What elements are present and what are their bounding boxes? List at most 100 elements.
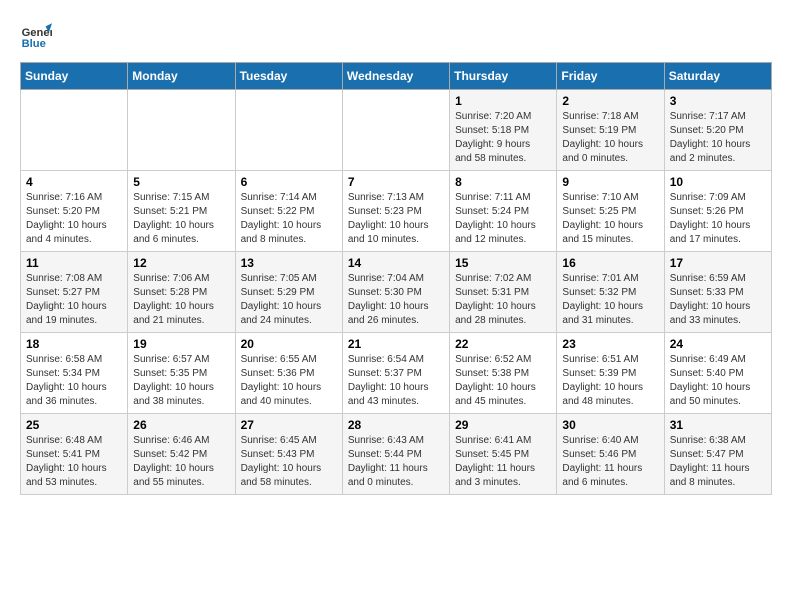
day-number: 9: [562, 175, 658, 189]
day-number: 10: [670, 175, 766, 189]
calendar-cell: 6 Sunrise: 7:14 AM Sunset: 5:22 PM Daylig…: [235, 171, 342, 252]
day-number: 15: [455, 256, 551, 270]
day-info: Sunrise: 7:08 AM Sunset: 5:27 PM Dayligh…: [26, 272, 122, 328]
day-info: Sunrise: 7:18 AM Sunset: 5:19 PM Dayligh…: [562, 110, 658, 166]
day-info: Sunrise: 7:11 AM Sunset: 5:24 PM Dayligh…: [455, 191, 551, 247]
calendar-cell: [235, 90, 342, 171]
calendar-week-row: 4 Sunrise: 7:16 AM Sunset: 5:20 PM Daylig…: [21, 171, 772, 252]
logo-icon: General Blue: [20, 20, 52, 52]
svg-text:Blue: Blue: [22, 38, 46, 50]
calendar-week-row: 1 Sunrise: 7:20 AM Sunset: 5:18 PM Daylig…: [21, 90, 772, 171]
logo: General Blue: [20, 20, 52, 52]
day-number: 4: [26, 175, 122, 189]
calendar-cell: 28Sunrise: 6:43 AM Sunset: 5:44 PM Dayli…: [342, 414, 449, 495]
day-number: 20: [241, 337, 337, 351]
calendar-cell: 20 Sunrise: 6:55 AM Sunset: 5:36 PM Dayli…: [235, 333, 342, 414]
calendar-cell: 15 Sunrise: 7:02 AM Sunset: 5:31 PM Dayli…: [450, 252, 557, 333]
calendar-cell: 13 Sunrise: 7:05 AM Sunset: 5:29 PM Dayli…: [235, 252, 342, 333]
day-info: Sunrise: 6:59 AM Sunset: 5:33 PM Dayligh…: [670, 272, 766, 328]
calendar-cell: 10 Sunrise: 7:09 AM Sunset: 5:26 PM Dayli…: [664, 171, 771, 252]
day-info: Sunrise: 6:51 AM Sunset: 5:39 PM Dayligh…: [562, 353, 658, 409]
day-info: Sunrise: 7:16 AM Sunset: 5:20 PM Dayligh…: [26, 191, 122, 247]
calendar-cell: 17Sunrise: 6:59 AM Sunset: 5:33 PM Dayli…: [664, 252, 771, 333]
calendar-header-wednesday: Wednesday: [342, 63, 449, 90]
day-number: 29: [455, 418, 551, 432]
calendar-table: SundayMondayTuesdayWednesdayThursdayFrid…: [20, 62, 772, 495]
calendar-cell: 30 Sunrise: 6:40 AM Sunset: 5:46 PM Dayli…: [557, 414, 664, 495]
day-info: Sunrise: 6:38 AM Sunset: 5:47 PM Dayligh…: [670, 434, 766, 490]
day-info: Sunrise: 7:01 AM Sunset: 5:32 PM Dayligh…: [562, 272, 658, 328]
day-info: Sunrise: 7:09 AM Sunset: 5:26 PM Dayligh…: [670, 191, 766, 247]
calendar-cell: 27 Sunrise: 6:45 AM Sunset: 5:43 PM Dayli…: [235, 414, 342, 495]
calendar-cell: 5 Sunrise: 7:15 AM Sunset: 5:21 PM Daylig…: [128, 171, 235, 252]
day-number: 25: [26, 418, 122, 432]
calendar-cell: 29 Sunrise: 6:41 AM Sunset: 5:45 PM Dayli…: [450, 414, 557, 495]
calendar-cell: 22 Sunrise: 6:52 AM Sunset: 5:38 PM Dayli…: [450, 333, 557, 414]
day-number: 19: [133, 337, 229, 351]
calendar-cell: [342, 90, 449, 171]
calendar-header-monday: Monday: [128, 63, 235, 90]
day-info: Sunrise: 6:52 AM Sunset: 5:38 PM Dayligh…: [455, 353, 551, 409]
calendar-header-sunday: Sunday: [21, 63, 128, 90]
day-number: 5: [133, 175, 229, 189]
day-info: Sunrise: 7:02 AM Sunset: 5:31 PM Dayligh…: [455, 272, 551, 328]
calendar-cell: 4 Sunrise: 7:16 AM Sunset: 5:20 PM Daylig…: [21, 171, 128, 252]
calendar-cell: 18Sunrise: 6:58 AM Sunset: 5:34 PM Dayli…: [21, 333, 128, 414]
calendar-cell: [21, 90, 128, 171]
calendar-cell: 1 Sunrise: 7:20 AM Sunset: 5:18 PM Daylig…: [450, 90, 557, 171]
day-number: 16: [562, 256, 658, 270]
day-info: Sunrise: 7:20 AM Sunset: 5:18 PM Dayligh…: [455, 110, 551, 166]
calendar-week-row: 11 Sunrise: 7:08 AM Sunset: 5:27 PM Dayli…: [21, 252, 772, 333]
day-number: 7: [348, 175, 444, 189]
calendar-cell: 31Sunrise: 6:38 AM Sunset: 5:47 PM Dayli…: [664, 414, 771, 495]
day-number: 1: [455, 94, 551, 108]
day-info: Sunrise: 6:40 AM Sunset: 5:46 PM Dayligh…: [562, 434, 658, 490]
day-number: 14: [348, 256, 444, 270]
day-number: 23: [562, 337, 658, 351]
day-info: Sunrise: 6:58 AM Sunset: 5:34 PM Dayligh…: [26, 353, 122, 409]
calendar-cell: 21Sunrise: 6:54 AM Sunset: 5:37 PM Dayli…: [342, 333, 449, 414]
day-info: Sunrise: 7:04 AM Sunset: 5:30 PM Dayligh…: [348, 272, 444, 328]
day-number: 22: [455, 337, 551, 351]
calendar-cell: 14 Sunrise: 7:04 AM Sunset: 5:30 PM Dayli…: [342, 252, 449, 333]
day-info: Sunrise: 6:57 AM Sunset: 5:35 PM Dayligh…: [133, 353, 229, 409]
day-number: 6: [241, 175, 337, 189]
day-info: Sunrise: 7:14 AM Sunset: 5:22 PM Dayligh…: [241, 191, 337, 247]
day-number: 8: [455, 175, 551, 189]
calendar-cell: 11 Sunrise: 7:08 AM Sunset: 5:27 PM Dayli…: [21, 252, 128, 333]
calendar-header-tuesday: Tuesday: [235, 63, 342, 90]
day-info: Sunrise: 7:15 AM Sunset: 5:21 PM Dayligh…: [133, 191, 229, 247]
day-number: 30: [562, 418, 658, 432]
day-info: Sunrise: 6:54 AM Sunset: 5:37 PM Dayligh…: [348, 353, 444, 409]
calendar-cell: [128, 90, 235, 171]
day-info: Sunrise: 6:41 AM Sunset: 5:45 PM Dayligh…: [455, 434, 551, 490]
calendar-cell: 3 Sunrise: 7:17 AM Sunset: 5:20 PM Daylig…: [664, 90, 771, 171]
day-info: Sunrise: 6:45 AM Sunset: 5:43 PM Dayligh…: [241, 434, 337, 490]
calendar-cell: 19 Sunrise: 6:57 AM Sunset: 5:35 PM Dayli…: [128, 333, 235, 414]
day-number: 27: [241, 418, 337, 432]
calendar-header-saturday: Saturday: [664, 63, 771, 90]
day-info: Sunrise: 6:46 AM Sunset: 5:42 PM Dayligh…: [133, 434, 229, 490]
day-info: Sunrise: 7:05 AM Sunset: 5:29 PM Dayligh…: [241, 272, 337, 328]
day-number: 3: [670, 94, 766, 108]
calendar-cell: 25Sunrise: 6:48 AM Sunset: 5:41 PM Dayli…: [21, 414, 128, 495]
day-info: Sunrise: 6:43 AM Sunset: 5:44 PM Dayligh…: [348, 434, 444, 490]
calendar-cell: 2 Sunrise: 7:18 AM Sunset: 5:19 PM Daylig…: [557, 90, 664, 171]
day-info: Sunrise: 7:06 AM Sunset: 5:28 PM Dayligh…: [133, 272, 229, 328]
day-number: 13: [241, 256, 337, 270]
day-number: 11: [26, 256, 122, 270]
day-number: 2: [562, 94, 658, 108]
day-info: Sunrise: 6:49 AM Sunset: 5:40 PM Dayligh…: [670, 353, 766, 409]
calendar-cell: 24 Sunrise: 6:49 AM Sunset: 5:40 PM Dayli…: [664, 333, 771, 414]
calendar-cell: 7Sunrise: 7:13 AM Sunset: 5:23 PM Daylig…: [342, 171, 449, 252]
day-number: 12: [133, 256, 229, 270]
day-info: Sunrise: 6:55 AM Sunset: 5:36 PM Dayligh…: [241, 353, 337, 409]
calendar-week-row: 25Sunrise: 6:48 AM Sunset: 5:41 PM Dayli…: [21, 414, 772, 495]
day-number: 24: [670, 337, 766, 351]
day-info: Sunrise: 7:17 AM Sunset: 5:20 PM Dayligh…: [670, 110, 766, 166]
calendar-cell: 8 Sunrise: 7:11 AM Sunset: 5:24 PM Daylig…: [450, 171, 557, 252]
calendar-cell: 12 Sunrise: 7:06 AM Sunset: 5:28 PM Dayli…: [128, 252, 235, 333]
calendar-header-row: SundayMondayTuesdayWednesdayThursdayFrid…: [21, 63, 772, 90]
calendar-cell: 26Sunrise: 6:46 AM Sunset: 5:42 PM Dayli…: [128, 414, 235, 495]
calendar-cell: 9Sunrise: 7:10 AM Sunset: 5:25 PM Daylig…: [557, 171, 664, 252]
